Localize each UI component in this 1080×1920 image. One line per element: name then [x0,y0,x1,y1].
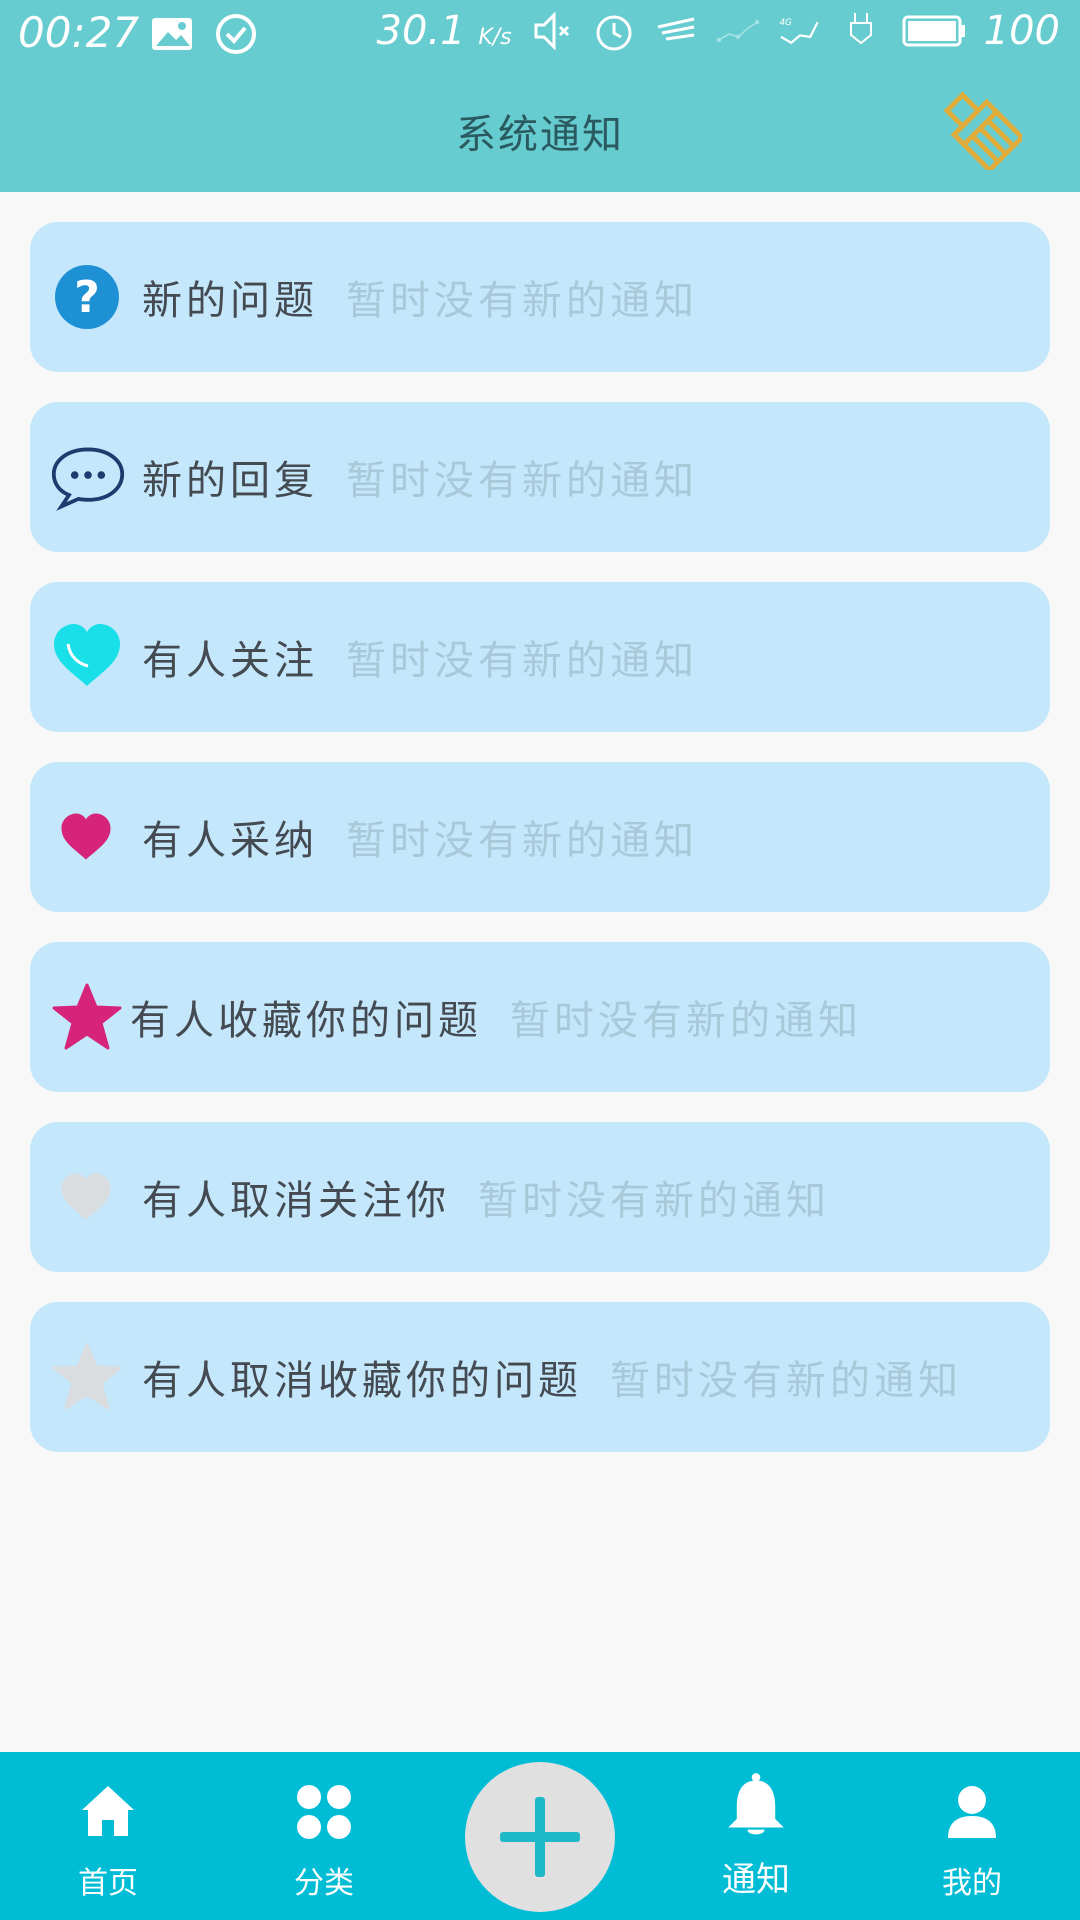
nav-category[interactable]: 分类 [254,1752,394,1920]
nav-notify[interactable]: 通知 [686,1752,826,1920]
notification-collected[interactable]: 有人收藏你的问题 暂时没有新的通知 [30,942,1050,1092]
notification-adopted[interactable]: 有人采纳 暂时没有新的通知 [30,762,1050,912]
notification-title: 新的回复 [142,458,318,504]
battery-level: 100 [983,8,1060,54]
notification-status: 暂时没有新的通知 [346,458,698,504]
heart-gray-icon [61,1173,111,1220]
bell-icon [728,1773,784,1835]
alarm-icon [596,15,632,51]
wifi-icon [657,17,694,41]
notification-uncollected[interactable]: 有人取消收藏你的问题 暂时没有新的通知 [30,1302,1050,1452]
notification-new-question[interactable]: ? 新的问题 暂时没有新的通知 [30,222,1050,372]
svg-text:?: ? [74,272,100,323]
add-icon [500,1797,580,1877]
nav-notify-label: 通知 [722,1860,790,1900]
notification-title: 有人采纳 [142,818,318,864]
battery-icon [902,15,965,47]
bottom-nav: 首页 分类 通知 我的 [0,1752,1080,1920]
mobile-data-icon: 4G [779,18,819,45]
notification-status: 暂时没有新的通知 [346,278,698,324]
add-button[interactable] [465,1762,615,1912]
notification-status: 暂时没有新的通知 [346,638,698,684]
notification-status: 暂时没有新的通知 [346,818,698,864]
status-time: 00:27 [18,8,140,57]
notification-title: 有人取消收藏你的问题 [142,1358,582,1404]
nav-home-label: 首页 [78,1866,138,1901]
notification-unfollowed[interactable]: 有人取消关注你 暂时没有新的通知 [30,1122,1050,1272]
svg-text:4G: 4G [779,18,792,28]
nav-home[interactable]: 首页 [38,1752,178,1920]
star-gray-icon [52,1343,122,1410]
notification-list: ? 新的问题 暂时没有新的通知 新的回复 暂时没有新的通知 有人关注 暂时没有新… [30,222,1050,1482]
star-pink-icon [52,983,122,1050]
mute-icon [534,11,569,51]
notification-status: 暂时没有新的通知 [478,1178,830,1224]
app-header: 系统通知 [0,66,1080,192]
chat-bubble-icon [51,447,125,511]
nav-mine[interactable]: 我的 [902,1752,1042,1920]
notification-status: 暂时没有新的通知 [610,1358,962,1404]
charging-icon [849,13,872,45]
notification-new-reply[interactable]: 新的回复 暂时没有新的通知 [30,402,1050,552]
home-icon [82,1786,134,1836]
notification-title: 新的问题 [142,278,318,324]
page-title: 系统通知 [456,112,624,158]
nav-mine-label: 我的 [942,1866,1002,1901]
question-icon: ? [55,265,119,329]
notification-status: 暂时没有新的通知 [510,998,862,1044]
broom-icon[interactable] [940,88,1022,170]
heart-pink-icon [61,813,111,860]
notification-title: 有人关注 [142,638,318,684]
grid-icon [297,1785,351,1839]
check-circle-icon [216,14,256,54]
status-bar: 00:27 30.1 K/s 4G 100 [0,0,1080,66]
heart-cyan-icon [54,624,120,686]
nav-category-label: 分类 [294,1866,354,1901]
user-icon [948,1786,996,1838]
image-notification-icon [152,18,192,50]
network-speed: 30.1 K/s [376,8,512,54]
notification-title: 有人取消关注你 [142,1178,450,1224]
notification-title: 有人收藏你的问题 [130,998,482,1044]
notification-followed[interactable]: 有人关注 暂时没有新的通知 [30,582,1050,732]
signal-icon [716,20,759,42]
